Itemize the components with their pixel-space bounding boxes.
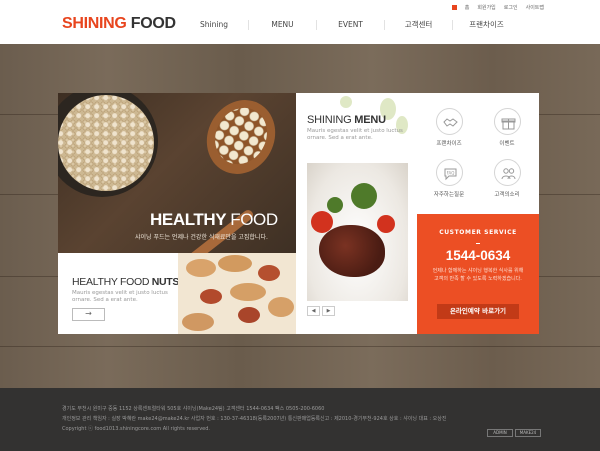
peanut-shell — [218, 255, 252, 272]
peanut-kernel — [238, 307, 260, 323]
nav-item-menu[interactable]: MENU — [248, 20, 316, 30]
quick-item-franchise[interactable]: 프랜차이즈 — [419, 108, 479, 147]
logo-text-secondary: FOOD — [130, 15, 176, 32]
quick-item-faq[interactable]: FAQ 자주하는질문 — [419, 159, 479, 198]
gift-icon — [493, 108, 521, 135]
peanut-kernel — [258, 265, 280, 281]
nuts-more-button[interactable]: → — [72, 308, 105, 321]
hero-title-light: FOOD — [230, 210, 278, 229]
menu-title: SHINING MENU — [307, 114, 386, 126]
main-nav: Shining MENU EVENT 고객센터 프랜차이즈 — [180, 20, 520, 30]
menu-prev-button[interactable]: ◀ — [307, 306, 320, 316]
peanut-shell — [186, 259, 216, 277]
menu-title-light: SHINING — [307, 114, 352, 126]
cs-title: CUSTOMER SERVICE — [439, 229, 517, 236]
quick-label-faq: 자주하는질문 — [433, 192, 465, 198]
quick-label-voice: 고객의소리 — [494, 192, 520, 198]
online-reservation-button[interactable]: 온라인예약 바로가기 — [437, 304, 519, 319]
faq-icon: FAQ — [435, 159, 463, 186]
hero-title-bold: HEALTHY — [150, 210, 226, 229]
grain-texture — [58, 95, 154, 191]
menu-next-button[interactable]: ▶ — [322, 306, 335, 316]
quick-label-event: 이벤트 — [499, 141, 515, 147]
footer-address: 경기도 부천시 원미구 중동 1152 상록센트럴타워 505호 샤이닝(Mak… — [62, 406, 325, 412]
nuts-title: HEALTHY FOOD NUTS — [72, 276, 179, 288]
cs-description: 언제나 함께하는 샤이닝 행복한 식사를 위해 고객의 만족 할 수 있도록 노… — [432, 268, 524, 282]
util-link-home[interactable]: 홈 — [465, 4, 470, 11]
peanut-shell — [230, 283, 266, 301]
nav-item-franchise[interactable]: 프랜차이즈 — [452, 20, 520, 30]
hero-title: HEALTHY FOOD — [150, 210, 278, 230]
wood-plank-line — [0, 346, 600, 347]
util-link-login[interactable]: 로그인 — [504, 4, 518, 11]
peanut-shell — [182, 313, 214, 331]
peanut-shell — [268, 297, 294, 317]
utility-links: 홈 회원가입 로그인 사이트맵 — [451, 4, 544, 11]
nav-item-customer-center[interactable]: 고객센터 — [384, 20, 452, 30]
handshake-icon — [435, 108, 463, 135]
logo-text-primary: SHINING — [62, 15, 127, 32]
home-icon[interactable] — [451, 5, 457, 10]
menu-title-bold: MENU — [354, 114, 386, 126]
nuts-description: Mauris egestas velit et justo luctus orn… — [72, 290, 168, 303]
hero-subtitle: 샤이닝 푸드는 언제나 건강한 식재료만을 고집합니다. — [135, 234, 268, 241]
menu-description: Mauris egestas velit et justo luctus orn… — [307, 128, 403, 141]
menu-dish-image[interactable] — [307, 163, 408, 301]
herb-garnish — [351, 183, 377, 209]
quick-menu: 프랜차이즈 이벤트 FAQ 자주하는질문 고객의소리 — [417, 93, 539, 214]
nav-item-event[interactable]: EVENT — [316, 20, 384, 30]
steak — [319, 225, 385, 277]
customer-service-box: CUSTOMER SERVICE 1544-0634 언제나 함께하는 샤이닝 … — [417, 214, 539, 334]
footer-badge-admin[interactable]: ADMIN — [487, 429, 513, 437]
footer-copyright: Copyright ⓒ food1013.shiningcore.com All… — [62, 426, 211, 432]
cs-divider — [476, 243, 480, 244]
footer-business-info: 개인정보 관리 책임자 : 실장 박혜란 make24@make24.kr 사업… — [62, 416, 447, 422]
util-link-sitemap[interactable]: 사이트맵 — [526, 4, 544, 11]
svg-text:FAQ: FAQ — [446, 170, 454, 175]
nuts-title-light: HEALTHY FOOD — [72, 276, 150, 288]
people-icon — [493, 159, 521, 186]
site-header: SHINING FOOD 홈 회원가입 로그인 사이트맵 Shining MEN… — [0, 0, 600, 44]
cs-phone: 1544-0634 — [445, 248, 511, 263]
site-footer: 경기도 부천시 원미구 중동 1152 상록센트럴타워 505호 샤이닝(Mak… — [0, 388, 600, 451]
leaf-decoration — [340, 96, 352, 108]
peanut-kernel — [200, 289, 222, 304]
quick-item-event[interactable]: 이벤트 — [477, 108, 537, 147]
herb-garnish — [327, 197, 343, 213]
logo[interactable]: SHINING FOOD — [62, 15, 176, 33]
util-link-join[interactable]: 회원가입 — [477, 4, 495, 11]
nuts-image[interactable] — [178, 253, 296, 334]
quick-item-voice[interactable]: 고객의소리 — [477, 159, 537, 198]
nav-item-shining[interactable]: Shining — [180, 20, 248, 30]
tomato-garnish — [377, 215, 395, 233]
quick-label-franchise: 프랜차이즈 — [436, 141, 462, 147]
footer-badge-make24[interactable]: MAKE24 — [515, 429, 541, 437]
nuts-title-bold: NUTS — [151, 276, 180, 288]
